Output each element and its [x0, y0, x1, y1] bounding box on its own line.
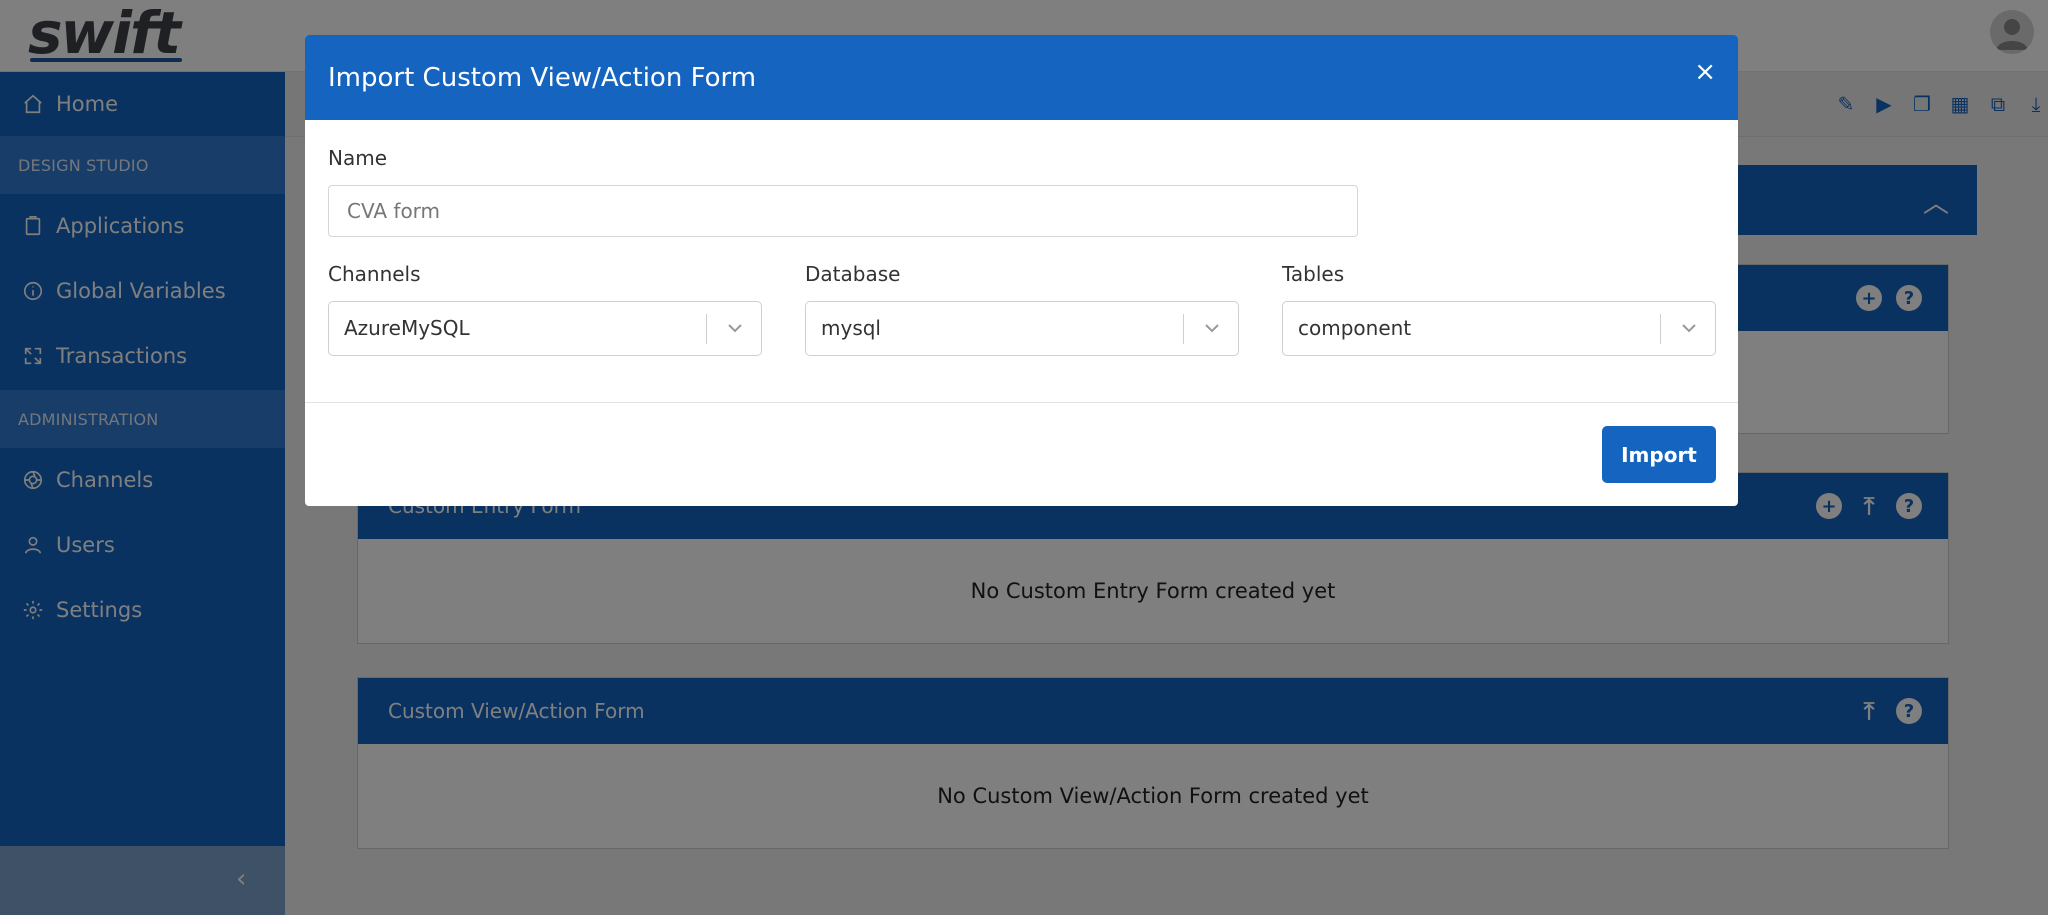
import-button[interactable]: Import	[1602, 426, 1716, 483]
database-label: Database	[805, 262, 901, 286]
tables-label: Tables	[1282, 262, 1345, 286]
select-separator	[1183, 314, 1184, 344]
modal-footer-divider	[305, 402, 1738, 403]
chevron-down-icon[interactable]	[723, 316, 747, 340]
import-modal: Import Custom View/Action Form × Name Ch…	[305, 35, 1738, 506]
channels-label: Channels	[328, 262, 421, 286]
name-label: Name	[328, 146, 388, 170]
chevron-down-icon[interactable]	[1200, 316, 1224, 340]
name-input[interactable]	[328, 185, 1358, 237]
tables-value: component	[1298, 316, 1412, 340]
modal-title: Import Custom View/Action Form	[328, 62, 757, 93]
channels-select[interactable]: AzureMySQL	[328, 301, 762, 356]
database-value: mysql	[821, 316, 881, 340]
database-select[interactable]: mysql	[805, 301, 1239, 356]
chevron-down-icon[interactable]	[1677, 316, 1701, 340]
modal-header: Import Custom View/Action Form ×	[305, 35, 1738, 120]
channels-value: AzureMySQL	[344, 316, 470, 340]
tables-select[interactable]: component	[1282, 301, 1716, 356]
select-separator	[706, 314, 707, 344]
select-separator	[1660, 314, 1661, 344]
close-icon[interactable]: ×	[1694, 57, 1716, 87]
